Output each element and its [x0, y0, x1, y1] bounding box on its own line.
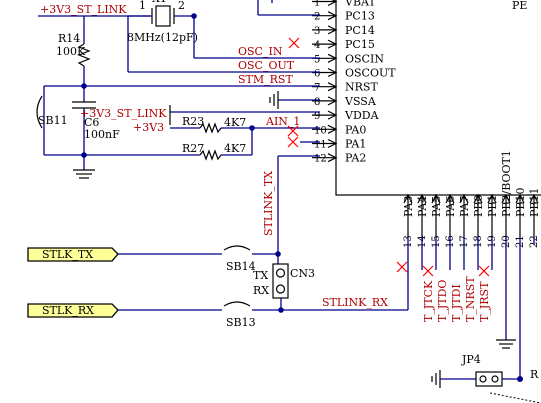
cn3-ref: CN3: [290, 267, 315, 280]
sb14-bridge: [223, 245, 251, 251]
pin-name: PC15: [345, 38, 375, 51]
cn3-rx: RX: [253, 284, 269, 297]
r23-value: 4K7: [224, 116, 246, 129]
pin-name: PB11: [528, 188, 541, 217]
x1-pin2: 2: [178, 0, 185, 12]
pin-name: PA2: [345, 152, 366, 165]
net-t-jrst: T_JRST: [478, 281, 491, 322]
schematic-canvas: PE 1 VBAT 2 PC13 3 PC14 4 PC15 5 OSCIN 6 OSCOUT 7 NRS…: [0, 0, 541, 403]
x1-value: 8MHz(12pF): [127, 31, 198, 44]
net-3v3-st-link-top: +3V3_ST_LINK: [40, 3, 127, 16]
r23-resistor: [199, 122, 222, 134]
pin-number: 6: [314, 69, 320, 80]
sb13-label: SB13: [226, 316, 256, 329]
pin-name: PB10: [514, 188, 527, 217]
x1-pin1: 1: [139, 0, 146, 12]
pin-number: 4: [314, 40, 320, 51]
mcu-bottom-pins: PA313PA414PA515PA616PA717PB018PB119PB2/B…: [402, 150, 541, 248]
pin-name: PA5: [430, 196, 443, 217]
net-osc-out: OSC_OUT: [238, 59, 295, 72]
right-edge-ref: R: [530, 368, 539, 381]
sb14-label: SB14: [226, 260, 256, 273]
pin-name: NRST: [345, 81, 378, 94]
pin-name: PA1: [345, 138, 366, 151]
c6-value: 100nF: [84, 128, 120, 141]
crystal-x1: +3V3_ST_LINK 1 2 X1 8MHz(12pF) OSC_IN OS…: [38, 0, 320, 73]
pin-name: VSSA: [344, 95, 377, 108]
jp4-jumper: JP4 R: [431, 353, 541, 403]
sb11-label: SB11: [38, 114, 68, 127]
net-3v3-st-link-mid: +3V3_ST_LINK: [80, 107, 167, 120]
pin-name: PB2/BOOT1: [500, 150, 513, 217]
pin-name: PB0: [472, 195, 485, 217]
pin-name: PA4: [416, 196, 429, 217]
pin-arrow: [327, 0, 338, 7]
pin-name: PA6: [444, 196, 457, 217]
net-t-jtdo: T_JTDO: [436, 280, 449, 322]
sb13-bridge: [223, 301, 251, 307]
pin-number: 2: [314, 12, 320, 23]
net-stm-rst: STM_RST: [238, 73, 293, 86]
crystal-body: [155, 5, 171, 27]
pin-name: PB1: [486, 195, 499, 217]
jp4-ref: JP4: [461, 353, 481, 366]
net-ain-1: AIN_1: [265, 115, 300, 128]
schematic-svg: PE 1 VBAT 2 PC13 3 PC14 4 PC15 5 OSCIN 6 OSCOUT 7 NRS…: [27, 0, 541, 403]
pin-name: OSCOUT: [345, 67, 396, 80]
pin-number: 9: [314, 111, 320, 122]
pin-number: 8: [314, 97, 320, 108]
net-3v3: +3V3: [133, 121, 164, 134]
pin-name: VBAT: [344, 0, 376, 9]
r27-resistor: [199, 149, 222, 161]
pin-number: 3: [314, 26, 320, 37]
pin-number: 1: [314, 0, 320, 9]
net-t-jtdi: T_JTDI: [450, 284, 463, 322]
net-t-jtck: T_JTCK: [422, 280, 435, 322]
stlk-rx-text: STLK_RX: [42, 304, 94, 317]
pin-name: PA0: [345, 123, 366, 136]
x1-ref: X1: [152, 0, 167, 5]
pin-number: 5: [314, 54, 320, 65]
pin-number: 10: [314, 125, 327, 136]
mcu-left-pins: 1 VBAT 2 PC13 3 PC14 4 PC15 5 OSCIN 6 OSCOUT 7 NRST 8 V…: [312, 0, 396, 165]
pin-name: VDDA: [344, 109, 380, 122]
pin-name: PA3: [402, 196, 415, 217]
r27-value: 4K7: [224, 142, 246, 155]
cn3-tx: TX: [253, 269, 268, 282]
net-stlink-tx: STLINK_TX: [262, 171, 275, 236]
pin-number: 11: [314, 140, 327, 151]
mcu-label: PE: [512, 0, 527, 12]
net-osc-in: OSC_IN: [238, 45, 283, 58]
r14-ref: R14: [58, 32, 80, 45]
pin-name: OSCIN: [345, 52, 384, 65]
pin-number: 12: [314, 154, 327, 165]
pin-name: PC13: [345, 10, 375, 23]
stlk-tx-text: STLK_TX: [42, 248, 93, 261]
pin-name: PC14: [345, 24, 375, 37]
pin-number: 7: [314, 83, 320, 94]
net-stlink-rx: STLINK_RX: [322, 296, 388, 309]
net-t-nrst: T_NRST: [464, 276, 477, 322]
pin-name: PA7: [458, 196, 471, 217]
